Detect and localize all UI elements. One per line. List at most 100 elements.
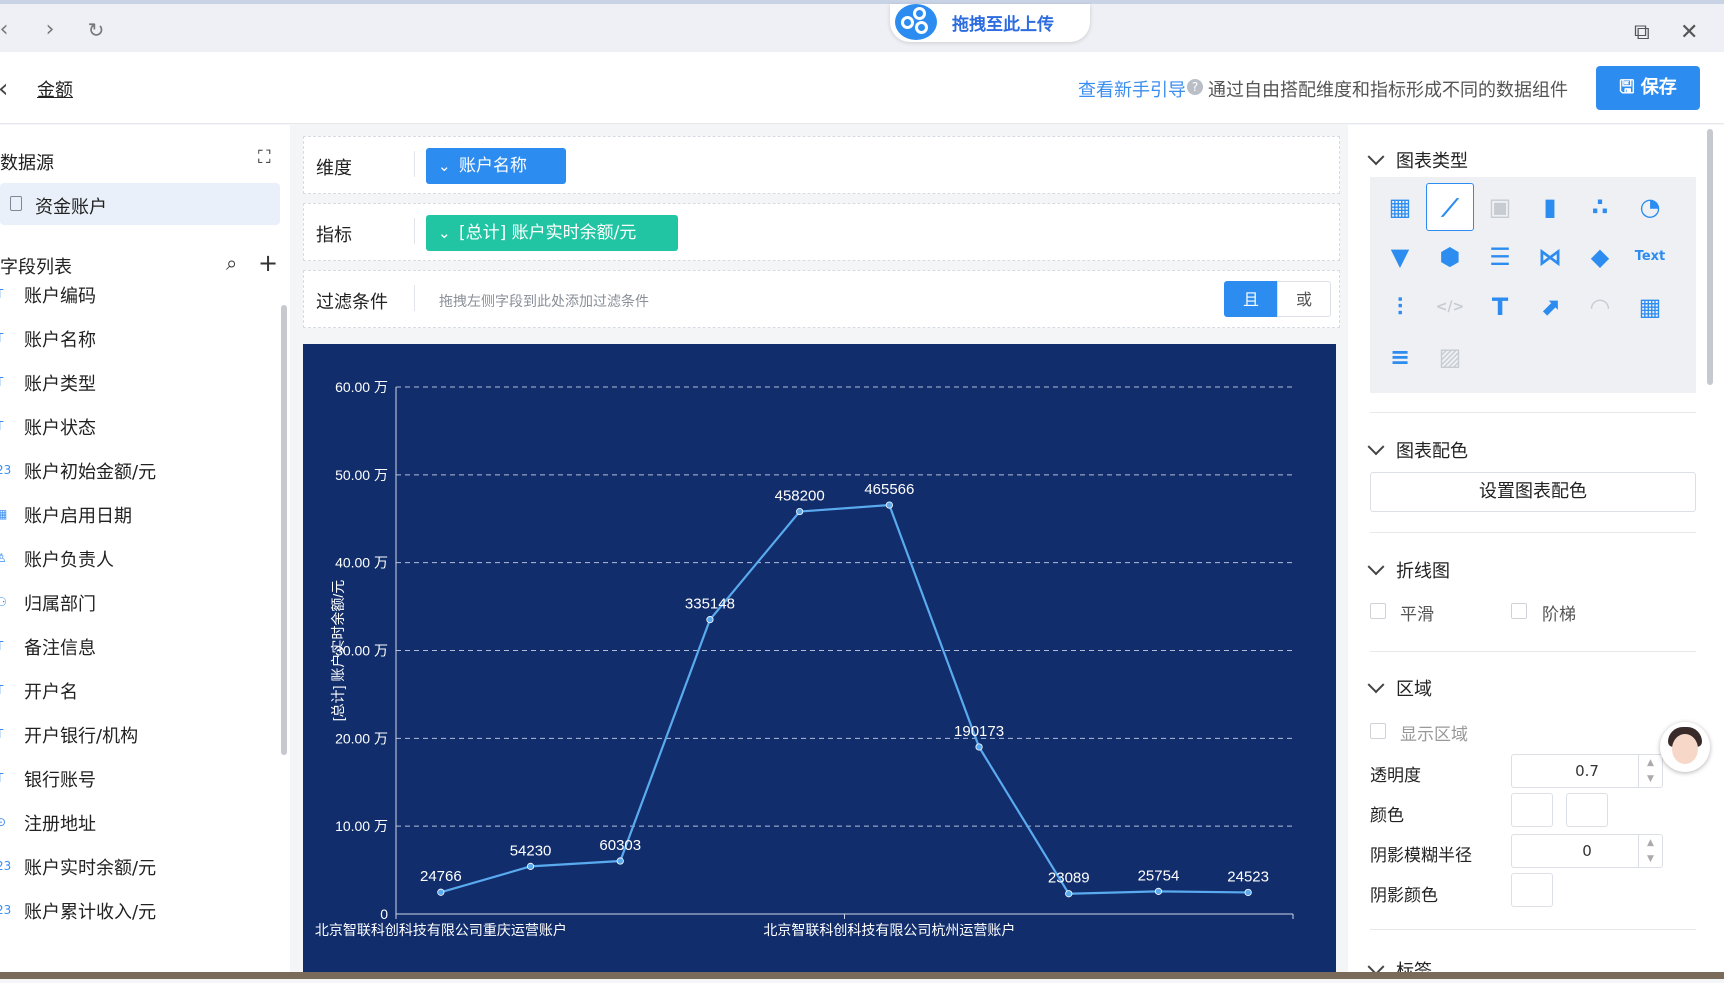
fields-title: 字段列表 xyxy=(0,257,72,278)
word-cloud-icon[interactable]: Text xyxy=(1626,233,1674,281)
assistant-avatar[interactable] xyxy=(1660,722,1710,772)
dimension-label: 维度 xyxy=(316,158,352,179)
settings-scrollbar[interactable] xyxy=(1707,129,1713,385)
step-label: 阶梯 xyxy=(1542,605,1576,625)
x-tick-label: 北京智联科创科技有限公司重庆运营账户 xyxy=(315,922,567,938)
area-color-swatch-2[interactable] xyxy=(1566,793,1608,827)
chevron-down-icon xyxy=(1367,676,1385,694)
data-label: 54230 xyxy=(510,842,552,859)
waterfall-chart-icon[interactable]: ⫶ xyxy=(1376,283,1424,331)
forward-nav-icon[interactable]: › xyxy=(38,18,62,42)
popout-icon[interactable]: ⧉ xyxy=(1634,20,1650,45)
metric-chip[interactable]: ⌄ [总计] 账户实时余额/元 xyxy=(426,215,678,251)
line-chart: 010.00 万20.00 万30.00 万40.00 万50.00 万60.0… xyxy=(315,379,1294,938)
text-field-icon: T xyxy=(0,374,10,390)
field-item[interactable]: ♙ 账户负责人 xyxy=(0,546,270,576)
data-label: 23089 xyxy=(1048,870,1090,887)
field-name: 账户初始金额/元 xyxy=(24,462,157,483)
divider xyxy=(414,285,415,311)
field-item[interactable]: T 备注信息 xyxy=(0,634,270,664)
stepper-icon[interactable]: ▲ ▼ xyxy=(1638,835,1662,867)
field-name: 开户名 xyxy=(24,682,78,703)
smooth-checkbox[interactable] xyxy=(1370,603,1386,619)
field-item[interactable]: T 开户银行/机构 xyxy=(0,722,270,752)
page-title[interactable]: 金额 xyxy=(37,76,73,102)
field-item[interactable]: ⊙ 注册地址 xyxy=(0,810,270,840)
shadow-blur-input[interactable]: 0 ▲ ▼ xyxy=(1511,834,1663,868)
divider xyxy=(1370,651,1696,652)
reload-icon[interactable]: ↻ xyxy=(84,18,108,42)
chart-type-section[interactable]: 图表类型 xyxy=(1367,147,1468,173)
show-area-checkbox[interactable] xyxy=(1370,723,1386,739)
y-tick-label: 40.00 万 xyxy=(335,555,388,571)
area-section[interactable]: 区域 xyxy=(1367,675,1432,701)
shadow-blur-value: 0 xyxy=(1582,842,1592,860)
help-icon[interactable]: ? xyxy=(1187,79,1203,95)
gauge-chart-icon[interactable]: ◠ xyxy=(1576,283,1624,331)
map-chart-icon[interactable]: ◆ xyxy=(1576,233,1624,281)
ranking-list-icon[interactable]: ≡ xyxy=(1376,333,1424,381)
html-embed-icon[interactable]: </> xyxy=(1426,283,1474,331)
chart-color-section[interactable]: 图表配色 xyxy=(1367,437,1468,463)
text-block-icon[interactable]: T xyxy=(1476,283,1524,331)
field-item[interactable]: T 开户名 xyxy=(0,678,270,708)
search-icon[interactable]: ⌕ xyxy=(226,251,237,275)
field-item[interactable]: ⚇ 归属部门 xyxy=(0,590,270,620)
area-color-swatch[interactable] xyxy=(1511,793,1553,827)
bar-chart-icon[interactable]: ▮ xyxy=(1526,183,1574,231)
datasource-item[interactable]: 资金账户 xyxy=(0,183,280,225)
horizontal-bar-icon[interactable]: ☰ xyxy=(1476,233,1524,281)
field-item[interactable]: T 银行账号 xyxy=(0,766,270,796)
datasource-item-label: 资金账户 xyxy=(35,197,107,218)
data-label: 24523 xyxy=(1227,868,1269,885)
field-item[interactable]: 23 账户实时余额/元 xyxy=(0,854,270,884)
save-button[interactable]: 🖫 保存 xyxy=(1596,66,1700,110)
browser-toolbar: ‹ › ↻ 拖拽至此上传 ⧉ ✕ xyxy=(0,0,1724,52)
back-nav-icon[interactable]: ‹ xyxy=(0,18,16,42)
kpi-card-icon[interactable]: ▣ xyxy=(1476,183,1524,231)
add-field-icon[interactable]: + xyxy=(258,249,278,277)
step-checkbox[interactable] xyxy=(1511,603,1527,619)
file-icon xyxy=(10,196,22,211)
and-toggle[interactable]: 且 xyxy=(1224,281,1278,317)
save-icon: 🖫 xyxy=(1619,77,1641,98)
field-item[interactable]: ▦ 账户启用日期 xyxy=(0,502,270,532)
pie-chart-icon[interactable]: ◔ xyxy=(1626,183,1674,231)
line-chart-icon[interactable]: ⟋ xyxy=(1426,183,1474,231)
guide-link[interactable]: 查看新手引导 xyxy=(1078,76,1186,102)
funnel-chart-icon[interactable]: ▼ xyxy=(1376,233,1424,281)
field-item[interactable]: T 账户名称 xyxy=(0,326,270,356)
text-field-icon: T xyxy=(0,638,10,654)
line-section[interactable]: 折线图 xyxy=(1367,557,1450,583)
sidebar-scrollbar[interactable] xyxy=(281,305,287,755)
switch-datasource-icon[interactable]: ⛶ xyxy=(258,147,271,168)
image-icon[interactable]: ▨ xyxy=(1426,333,1474,381)
field-item[interactable]: T 账户编码 xyxy=(0,282,270,312)
combo-chart-icon[interactable]: ⬈ xyxy=(1526,283,1574,331)
dimension-chip[interactable]: ⌄ 账户名称 xyxy=(426,148,566,184)
close-icon[interactable]: ✕ xyxy=(1680,20,1698,45)
label-section[interactable]: 标签 xyxy=(1367,957,1432,983)
stepper-icon[interactable]: ▲ ▼ xyxy=(1638,755,1662,787)
or-toggle[interactable]: 或 xyxy=(1277,281,1331,317)
upload-drop-target[interactable]: 拖拽至此上传 xyxy=(890,4,1090,42)
data-label: 458200 xyxy=(775,488,825,505)
shadow-color-swatch[interactable] xyxy=(1511,873,1553,907)
table-chart-icon[interactable]: ▦ xyxy=(1376,183,1424,231)
data-label: 25754 xyxy=(1138,867,1180,884)
field-name: 账户类型 xyxy=(24,374,96,395)
field-item[interactable]: T 账户状态 xyxy=(0,414,270,444)
field-item[interactable]: 23 账户累计收入/元 xyxy=(0,898,270,928)
data-point xyxy=(885,501,893,509)
sankey-chart-icon[interactable]: ⋈ xyxy=(1526,233,1574,281)
back-icon[interactable]: ‹ xyxy=(0,74,8,104)
pivot-table-icon[interactable]: ▦ xyxy=(1626,283,1674,331)
opacity-input[interactable]: 0.7 ▲ ▼ xyxy=(1511,754,1663,788)
set-color-button[interactable]: 设置图表配色 xyxy=(1370,472,1696,512)
filter-row[interactable]: 过滤条件 拖拽左侧字段到此处添加过滤条件 且 或 xyxy=(303,270,1340,328)
scatter-chart-icon[interactable]: ∴ xyxy=(1576,183,1624,231)
field-name: 账户负责人 xyxy=(24,550,114,571)
field-item[interactable]: 23 账户初始金额/元 xyxy=(0,458,270,488)
radar-chart-icon[interactable]: ⬢ xyxy=(1426,233,1474,281)
field-item[interactable]: T 账户类型 xyxy=(0,370,270,400)
